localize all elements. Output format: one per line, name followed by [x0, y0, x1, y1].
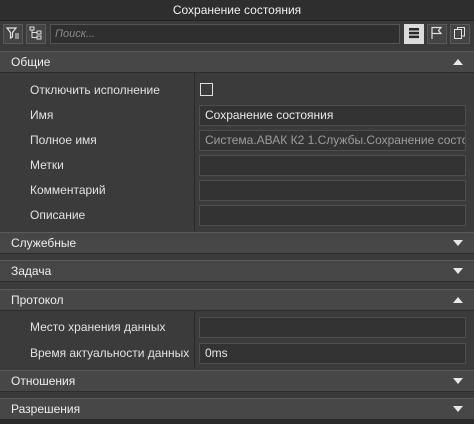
chevron-down-icon	[453, 406, 463, 412]
section-service-label: Служебные	[11, 236, 77, 250]
comment-field[interactable]	[199, 180, 466, 201]
toolbar	[0, 21, 474, 47]
section-protocol-body: Место хранения данных Время актуальности…	[0, 311, 474, 369]
section-task-label: Задача	[11, 264, 52, 278]
row-label: Отключить исполнение	[30, 83, 160, 97]
storage-field[interactable]	[199, 317, 466, 338]
chevron-down-icon	[453, 268, 463, 274]
row-label: Метки	[30, 158, 64, 172]
section-general[interactable]: Общие	[0, 51, 474, 73]
filter-icon	[5, 26, 20, 43]
chevron-up-icon	[453, 297, 463, 303]
flag-button[interactable]	[427, 24, 447, 44]
section-general-body: Отключить исполнение Имя Сохранение сост…	[0, 73, 474, 231]
row-description: Описание	[0, 203, 474, 228]
section-protocol-label: Протокол	[11, 293, 64, 307]
row-storage: Место хранения данных	[0, 315, 474, 340]
flag-icon	[430, 26, 444, 43]
chevron-up-icon	[453, 59, 463, 65]
row-label: Полное имя	[30, 133, 97, 147]
section-relations[interactable]: Отношения	[0, 370, 474, 392]
section-permissions-label: Разрешения	[11, 402, 81, 416]
copy-button[interactable]	[450, 24, 470, 44]
list-view-button[interactable]	[404, 24, 424, 44]
row-label: Описание	[30, 208, 86, 222]
row-label: Имя	[30, 108, 54, 122]
row-comment: Комментарий	[0, 178, 474, 203]
copy-icon	[453, 26, 467, 43]
hierarchy-icon	[29, 26, 43, 43]
row-actuality: Время актуальности данных 0ms	[0, 341, 474, 366]
name-field[interactable]: Сохранение состояния	[199, 105, 466, 126]
section-general-label: Общие	[11, 55, 51, 69]
description-field[interactable]	[199, 205, 466, 226]
search-input[interactable]	[50, 24, 400, 44]
chevron-down-icon	[453, 378, 463, 384]
list-view-icon	[407, 26, 421, 43]
disable-execution-checkbox[interactable]	[200, 83, 213, 96]
section-task[interactable]: Задача	[0, 260, 474, 282]
bottom-edge	[0, 419, 474, 424]
row-disable-execution: Отключить исполнение	[0, 78, 474, 103]
row-label: Место хранения данных	[30, 320, 166, 334]
row-label: Комментарий	[30, 183, 106, 197]
section-service[interactable]: Служебные	[0, 232, 474, 254]
filter-button[interactable]	[3, 24, 23, 44]
row-tags: Метки	[0, 153, 474, 178]
row-name: Имя Сохранение состояния	[0, 103, 474, 128]
window-title: Сохранение состояния	[0, 0, 474, 21]
section-protocol[interactable]: Протокол	[0, 289, 474, 311]
tags-field[interactable]	[199, 155, 466, 176]
row-label: Время актуальности данных	[30, 346, 190, 360]
hierarchy-button[interactable]	[26, 24, 46, 44]
row-full-name: Полное имя Система.АВАК К2 1.Службы.Сохр…	[0, 128, 474, 153]
actuality-field[interactable]: 0ms	[199, 343, 466, 364]
chevron-down-icon	[453, 240, 463, 246]
section-permissions[interactable]: Разрешения	[0, 398, 474, 420]
section-relations-label: Отношения	[11, 374, 76, 388]
full-name-field: Система.АВАК К2 1.Службы.Сохранение сост…	[199, 130, 466, 151]
